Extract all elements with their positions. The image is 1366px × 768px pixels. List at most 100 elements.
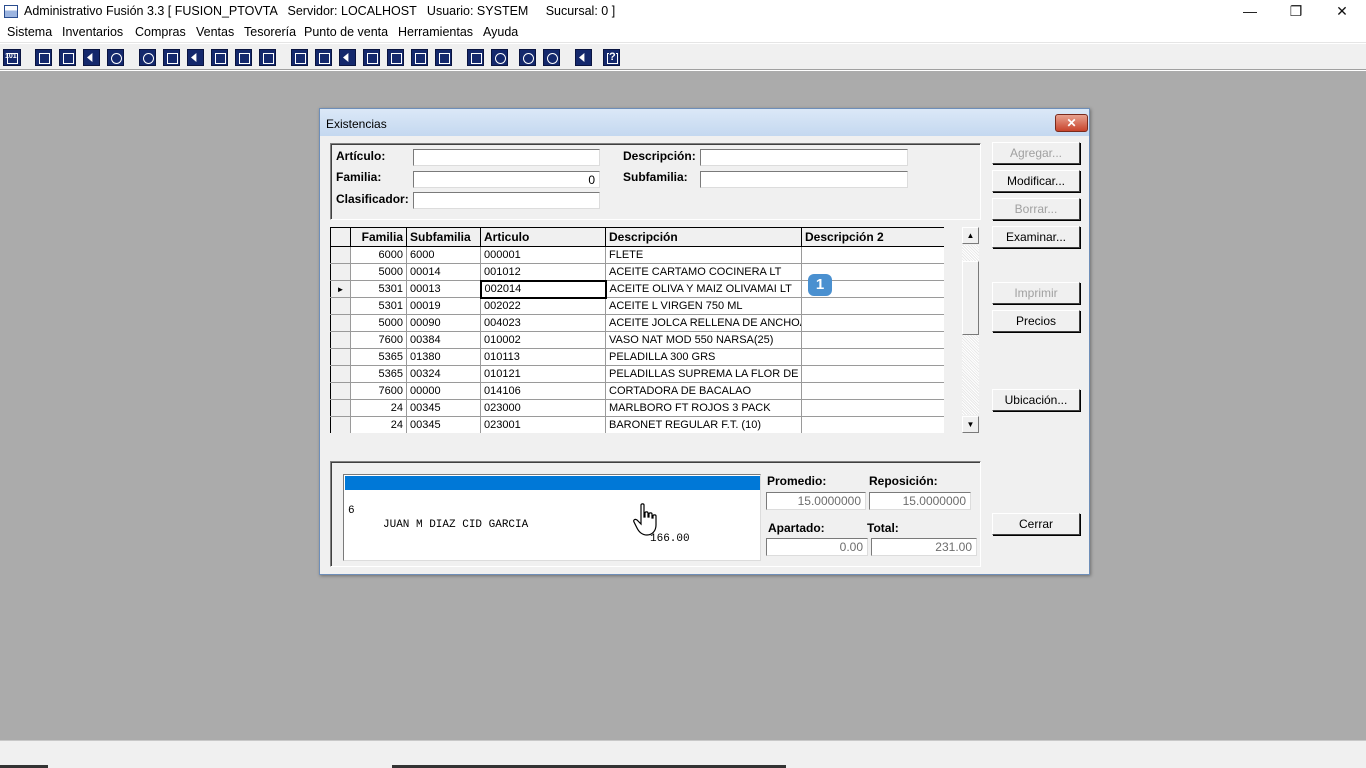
familia-input[interactable]: 0: [413, 171, 600, 188]
close-window-button[interactable]: ✕: [1319, 0, 1365, 23]
examinar-button[interactable]: Examinar...: [992, 226, 1080, 248]
row-indicator[interactable]: [330, 348, 351, 366]
dialog-close-button[interactable]: ✕: [1055, 114, 1088, 132]
cell-familia[interactable]: 5365: [350, 365, 407, 383]
subfamilia-input[interactable]: [700, 171, 908, 188]
cell-descripcion-2[interactable]: [801, 314, 944, 332]
cell-subfamilia[interactable]: 00384: [406, 331, 481, 349]
cell-subfamilia[interactable]: 00345: [406, 416, 481, 433]
cell-articulo[interactable]: 010113: [480, 348, 606, 366]
cell-descripcion[interactable]: ACEITE OLIVA Y MAIZ OLIVAMAI LT: [605, 280, 802, 298]
document-icon[interactable]: [235, 49, 252, 66]
money-icon[interactable]: [387, 49, 404, 66]
cell-descripcion-2[interactable]: [801, 399, 944, 417]
cell-descripcion[interactable]: BARONET REGULAR F.T. (10): [605, 416, 802, 433]
stock-by-branch-list[interactable]: 5 PARQUE ECOLOGICO 65.00 6 JUAN M DIAZ C…: [343, 474, 761, 561]
borrar-button[interactable]: Borrar...: [992, 198, 1080, 220]
cell-descripcion[interactable]: ACEITE CARTAMO COCINERA LT: [605, 263, 802, 281]
column-header-descripcion-2[interactable]: Descripción 2: [801, 227, 944, 247]
cell-articulo[interactable]: 010002: [480, 331, 606, 349]
scroll-down-arrow-icon[interactable]: ▼: [962, 416, 979, 433]
cell-descripcion[interactable]: CORTADORA DE BACALAO: [605, 382, 802, 400]
cell-descripcion[interactable]: ACEITE L VIRGEN 750 ML: [605, 297, 802, 315]
table-icon[interactable]: [435, 49, 452, 66]
report-icon[interactable]: [411, 49, 428, 66]
cell-subfamilia[interactable]: 01380: [406, 348, 481, 366]
import-icon[interactable]: [187, 49, 204, 66]
column-header-descripcion[interactable]: Descripción: [605, 227, 802, 247]
articulo-input[interactable]: [413, 149, 600, 166]
copy-icon[interactable]: [35, 49, 52, 66]
clipboard-icon[interactable]: [59, 49, 76, 66]
row-indicator[interactable]: [330, 382, 351, 400]
user-icon[interactable]: [139, 49, 156, 66]
cell-descripcion-2[interactable]: [801, 416, 944, 433]
folder-icon[interactable]: [163, 49, 180, 66]
cell-familia[interactable]: 7600: [350, 382, 407, 400]
cell-subfamilia[interactable]: 00324: [406, 365, 481, 383]
refresh-icon[interactable]: [519, 49, 536, 66]
cell-familia[interactable]: 5301: [350, 280, 407, 298]
cell-descripcion[interactable]: PELADILLAS SUPREMA LA FLOR DE: [605, 365, 802, 383]
cell-familia[interactable]: 5000: [350, 314, 407, 332]
cell-subfamilia[interactable]: 00000: [406, 382, 481, 400]
column-header-subfamilia[interactable]: Subfamilia: [406, 227, 481, 247]
table-row[interactable]: 5365 01380 010113 PELADILLA 300 GRS: [330, 348, 944, 366]
binoculars-icon[interactable]: [291, 49, 308, 66]
row-indicator[interactable]: [330, 365, 351, 383]
undo-icon[interactable]: [543, 49, 560, 66]
cell-familia[interactable]: 5365: [350, 348, 407, 366]
menu-compras[interactable]: Compras: [135, 25, 186, 39]
restore-button[interactable]: ❐: [1273, 0, 1319, 23]
cell-articulo[interactable]: 004023: [480, 314, 606, 332]
cell-articulo[interactable]: 023001: [480, 416, 606, 433]
modificar-button[interactable]: Modificar...: [992, 170, 1080, 192]
row-indicator[interactable]: [330, 297, 351, 315]
cell-descripcion-2[interactable]: [801, 246, 944, 264]
table-row[interactable]: 7600 00000 014106 CORTADORA DE BACALAO: [330, 382, 944, 400]
descripcion-input[interactable]: [700, 149, 908, 166]
zoom-icon[interactable]: [491, 49, 508, 66]
print-icon[interactable]: [211, 49, 228, 66]
window-icon[interactable]: [315, 49, 332, 66]
cell-articulo[interactable]: 023000: [480, 399, 606, 417]
cell-descripcion-2[interactable]: [801, 382, 944, 400]
add-icon[interactable]: [363, 49, 380, 66]
cell-descripcion-2[interactable]: [801, 348, 944, 366]
imprimir-button[interactable]: Imprimir: [992, 282, 1080, 304]
table-row[interactable]: 7600 00384 010002 VASO NAT MOD 550 NARSA(25…: [330, 331, 944, 349]
list-icon[interactable]: [259, 49, 276, 66]
agregar-button[interactable]: Agregar...: [992, 142, 1080, 164]
cell-familia[interactable]: 7600: [350, 331, 407, 349]
scroll-up-arrow-icon[interactable]: ▲: [962, 227, 979, 244]
column-header-familia[interactable]: Familia: [350, 227, 407, 247]
table-row[interactable]: 6000 6000 000001 FLETE: [330, 246, 944, 264]
menu-inventarios[interactable]: Inventarios: [62, 25, 123, 39]
menu-ventas[interactable]: Ventas: [196, 25, 234, 39]
back-arrow-icon[interactable]: [575, 49, 592, 66]
row-indicator[interactable]: [330, 416, 351, 433]
cell-subfamilia[interactable]: 6000: [406, 246, 481, 264]
row-indicator[interactable]: ►: [330, 280, 351, 298]
cell-familia[interactable]: 5000: [350, 263, 407, 281]
clasificador-input[interactable]: [413, 192, 600, 209]
grid-vertical-scrollbar[interactable]: ▲ ▼: [962, 227, 979, 433]
minimize-button[interactable]: —: [1227, 0, 1273, 23]
row-indicator[interactable]: [330, 314, 351, 332]
menu-tesoreria[interactable]: Tesorería: [244, 25, 296, 39]
cell-descripcion[interactable]: VASO NAT MOD 550 NARSA(25): [605, 331, 802, 349]
cell-articulo[interactable]: 001012: [480, 263, 606, 281]
column-header-articulo[interactable]: Articulo: [480, 227, 606, 247]
menu-sistema[interactable]: Sistema: [7, 25, 52, 39]
list-item[interactable]: 5 PARQUE ECOLOGICO 65.00: [345, 476, 760, 531]
cell-articulo[interactable]: 002022: [480, 297, 606, 315]
menu-ayuda[interactable]: Ayuda: [483, 25, 518, 39]
row-indicator[interactable]: [330, 399, 351, 417]
cell-familia[interactable]: 24: [350, 399, 407, 417]
dialog-title-bar[interactable]: Existencias ✕: [320, 109, 1089, 136]
cell-descripcion-2[interactable]: [801, 365, 944, 383]
row-indicator[interactable]: [330, 331, 351, 349]
table-row[interactable]: 5000 00014 001012 ACEITE CARTAMO COCINERA L…: [330, 263, 944, 281]
numeric-icon[interactable]: 101: [3, 49, 21, 66]
scroll-thumb[interactable]: [962, 261, 979, 335]
